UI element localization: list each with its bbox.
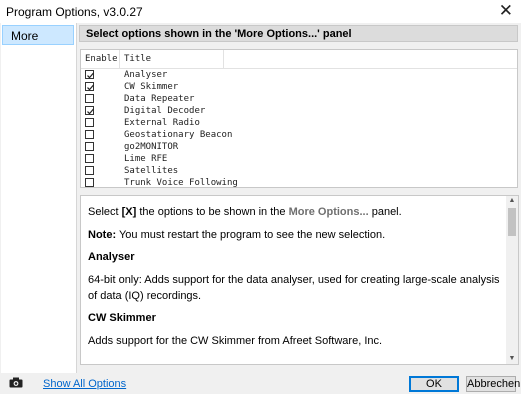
title-bar: Program Options, v3.0.27 ✕ [0, 0, 521, 23]
analyser-heading: Analyser [88, 251, 135, 263]
sidebar-item-more[interactable]: More [2, 25, 74, 45]
grid-header: Enable Title [81, 50, 517, 69]
scroll-thumb[interactable] [508, 208, 516, 236]
option-row[interactable]: go2MONITOR [81, 141, 517, 153]
close-icon[interactable]: ✕ [499, 1, 513, 21]
option-row[interactable]: Digital Decoder [81, 105, 517, 117]
intro-more-options: More Options... [288, 206, 369, 218]
scroll-down-icon[interactable]: ▼ [506, 354, 518, 364]
option-row[interactable]: Analyser [81, 69, 517, 81]
intro-x: [X] [121, 206, 137, 218]
option-title: CW Skimmer [124, 82, 179, 92]
enable-checkbox[interactable] [85, 178, 94, 187]
window-title: Program Options, v3.0.27 [6, 5, 143, 19]
camera-icon[interactable] [9, 377, 23, 388]
option-title: Lime RFE [124, 154, 168, 164]
option-row[interactable]: Trunk Voice Following [81, 177, 517, 188]
description-panel: Select [X] the options to be shown in th… [80, 195, 519, 365]
option-title: Satellites [124, 166, 179, 176]
enable-checkbox[interactable] [85, 106, 94, 115]
column-divider [119, 50, 120, 68]
option-row[interactable]: External Radio [81, 117, 517, 129]
intro-text-1: Select [88, 206, 122, 218]
ok-button[interactable]: OK [409, 376, 459, 392]
analyser-description: 64-bit only: Adds support for the data a… [88, 274, 500, 302]
intro-text-3: panel. [368, 206, 402, 218]
options-grid: Enable Title Analyser CW Skimmer Data Repe… [80, 49, 518, 188]
column-divider [223, 50, 224, 68]
scroll-up-icon[interactable]: ▲ [506, 196, 518, 206]
option-title: Data Repeater [124, 94, 195, 104]
option-title: Analyser [124, 70, 168, 80]
option-title: go2MONITOR [124, 142, 179, 152]
option-title: Digital Decoder [124, 106, 206, 116]
description-scrollbar[interactable]: ▲ ▼ [506, 196, 518, 364]
show-all-options-link[interactable]: Show All Options [43, 378, 126, 390]
enable-checkbox[interactable] [85, 70, 94, 79]
panel-header: Select options shown in the 'More Option… [79, 25, 518, 42]
intro-text-2: the options to be shown in the [136, 206, 289, 218]
enable-checkbox[interactable] [85, 166, 94, 175]
enable-checkbox[interactable] [85, 118, 94, 127]
option-title: External Radio [124, 118, 200, 128]
sidebar-item-label: More [11, 29, 39, 43]
option-row[interactable]: Satellites [81, 165, 517, 177]
option-row[interactable]: Geostationary Beacon [81, 129, 517, 141]
cw-skimmer-description: Adds support for the CW Skimmer from Afr… [88, 335, 383, 347]
cancel-button[interactable]: Abbrechen [466, 376, 520, 392]
column-header-enable[interactable]: Enable [85, 54, 118, 64]
sidebar: More [1, 23, 77, 373]
panel-header-label: Select options shown in the 'More Option… [86, 28, 352, 40]
enable-checkbox[interactable] [85, 94, 94, 103]
enable-checkbox[interactable] [85, 82, 94, 91]
note-body: You must restart the program to see the … [116, 229, 386, 241]
option-title: Trunk Voice Following [124, 178, 238, 188]
option-title: Geostationary Beacon [124, 130, 233, 140]
column-header-title[interactable]: Title [124, 54, 151, 64]
note-label: Note: [88, 229, 117, 241]
option-row[interactable]: Lime RFE [81, 153, 517, 165]
option-row[interactable]: CW Skimmer [81, 81, 517, 93]
intro-text: Select [X] the options to be shown in th… [88, 204, 502, 220]
note-text: Note: You must restart the program to se… [88, 227, 502, 243]
enable-checkbox[interactable] [85, 130, 94, 139]
enable-checkbox[interactable] [85, 142, 94, 151]
option-row[interactable]: Data Repeater [81, 93, 517, 105]
cw-skimmer-heading: CW Skimmer [88, 312, 156, 324]
enable-checkbox[interactable] [85, 154, 94, 163]
